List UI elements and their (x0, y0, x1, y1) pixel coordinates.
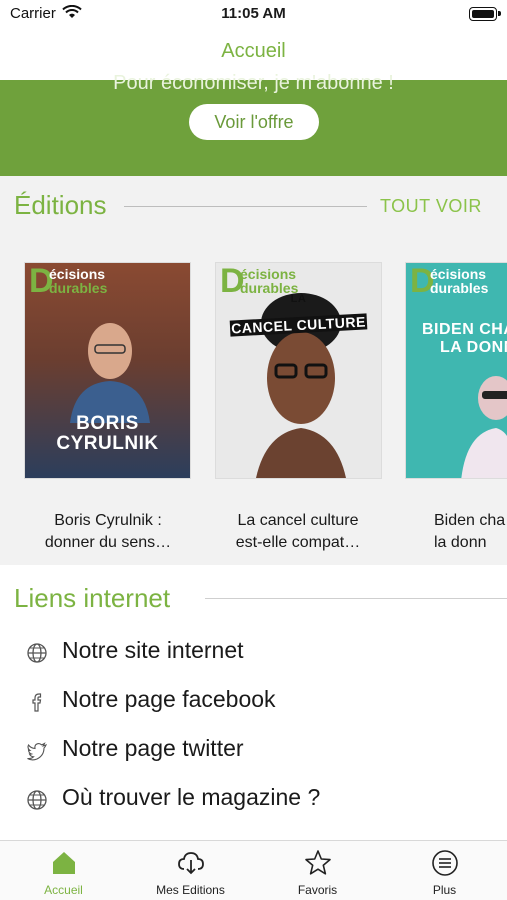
tab-more[interactable]: Plus (381, 849, 507, 899)
magazine-logo: D écisions durables (29, 262, 108, 300)
status-bar: Carrier 11:05 AM (0, 0, 507, 30)
tab-label: Accueil (44, 883, 83, 897)
link-label: Notre page facebook (62, 686, 276, 712)
twitter-icon (27, 742, 47, 761)
tab-home[interactable]: Accueil (0, 849, 127, 899)
star-icon (304, 850, 331, 875)
magazine-logo: D écisions durables (410, 262, 489, 300)
editions-title: Éditions (14, 190, 107, 220)
battery-icon (469, 7, 501, 21)
tab-favorites[interactable]: Favoris (254, 849, 381, 899)
editions-section: Éditions TOUT VOIR D écisions durables B… (0, 176, 507, 565)
edition-cover[interactable]: D écisions durables BIDEN CHA LA DONN (405, 262, 507, 479)
divider (124, 206, 367, 207)
cover-headline: CYRULNIK (56, 433, 159, 454)
clock: 11:05 AM (221, 5, 286, 22)
see-all-button[interactable]: TOUT VOIR (380, 196, 482, 217)
divider (205, 598, 507, 599)
globe-icon (27, 643, 47, 663)
tab-label: Plus (432, 883, 457, 897)
banner-text: Pour économiser, je m'abonne ! (113, 72, 394, 94)
tab-label: Favoris (297, 883, 338, 897)
page-title: Accueil (221, 40, 286, 62)
portrait-image (70, 323, 150, 423)
edition-title[interactable]: Boris Cyrulnik : donner du sens… (18, 510, 198, 554)
globe-icon (27, 790, 47, 810)
links-title: Liens internet (14, 583, 171, 613)
view-offer-button[interactable]: Voir l'offre (189, 104, 319, 140)
portrait-image (461, 376, 507, 478)
tab-bar: Accueil Mes Editions Favoris Plus (0, 840, 507, 900)
cover-headline: LA DONN (440, 339, 507, 356)
cover-headline: BORIS (76, 413, 139, 434)
menu-icon (431, 850, 458, 876)
cloud-download-icon (177, 852, 204, 875)
cover-headline: LA (290, 293, 307, 305)
tab-label: Mes Editions (156, 883, 225, 897)
tab-my-editions[interactable]: Mes Editions (127, 849, 254, 899)
link-label: Notre site internet (62, 637, 244, 663)
subscription-banner: Pour économiser, je m'abonne ! Voir l'of… (0, 72, 507, 176)
facebook-icon (32, 693, 42, 712)
link-label: Où trouver le magazine ? (62, 784, 321, 810)
home-icon (52, 852, 75, 874)
edition-cover[interactable]: D écisions durables BORIS CYRULNIK (24, 262, 191, 479)
cover-headline: BIDEN CHA (422, 321, 507, 338)
link-label: Notre page twitter (62, 735, 244, 761)
edition-title[interactable]: Biden cha la donn (398, 510, 507, 554)
edition-title[interactable]: La cancel culture est-elle compat… (208, 510, 388, 554)
edition-cover[interactable]: D écisions durables LA CANCEL CULTURE (215, 262, 382, 479)
